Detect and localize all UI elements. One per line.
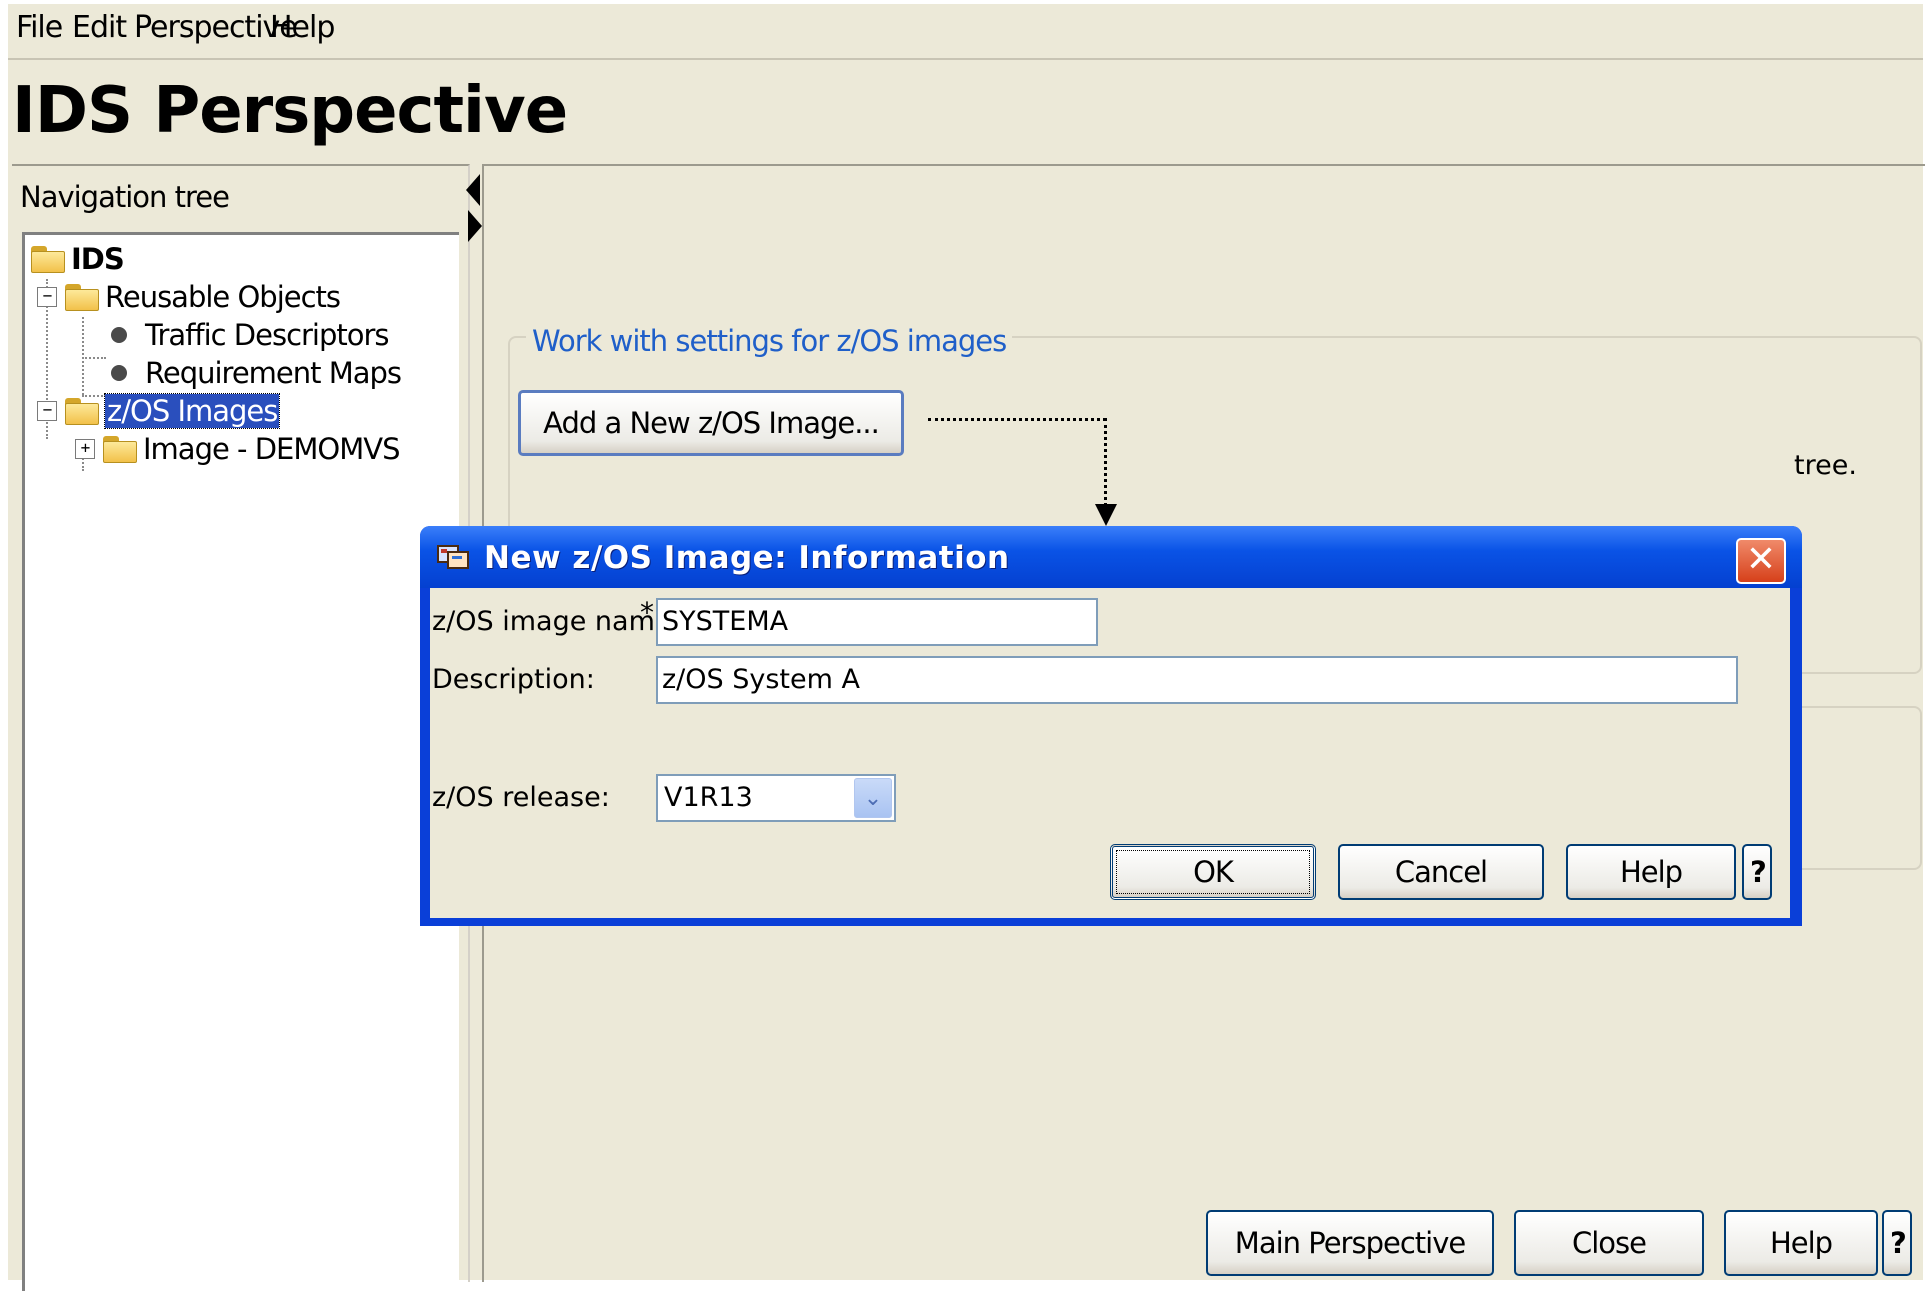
menu-help[interactable]: Help (270, 10, 335, 45)
connector-arrow-icon (1095, 504, 1117, 526)
tree-node-ids[interactable]: IDS (31, 239, 125, 279)
description-field[interactable]: z/OS System A (656, 656, 1738, 704)
instruction-text: tree. (1794, 450, 1857, 481)
close-button[interactable]: Close (1514, 1210, 1704, 1276)
connector-line (1104, 418, 1107, 512)
expand-right-arrow-icon[interactable] (468, 210, 482, 242)
tree-node-label: Traffic Descriptors (145, 318, 390, 352)
folder-icon (65, 284, 99, 311)
tree-node-label: Reusable Objects (105, 280, 341, 314)
collapse-icon[interactable]: − (37, 287, 57, 307)
tree-node-label: z/OS Images (103, 393, 281, 429)
leaf-bullet-icon (111, 327, 127, 343)
release-select-value: V1R13 (664, 782, 753, 813)
tree-node-label: Image - DEMOMVS (143, 432, 400, 466)
folder-icon (31, 246, 65, 273)
main-perspective-button[interactable]: Main Perspective (1206, 1210, 1494, 1276)
tree-connector (82, 317, 84, 395)
dialog-titlebar[interactable]: New z/OS Image: Information ✕ (420, 526, 1802, 588)
image-name-field[interactable]: SYSTEMA (656, 598, 1098, 646)
tree-node-reusable-objects[interactable]: − Reusable Objects (37, 277, 341, 317)
dialog-title: New z/OS Image: Information (484, 540, 1010, 576)
navigation-panel: Navigation tree IDS − Reusable Objects T… (12, 164, 470, 1291)
help-button[interactable]: Help (1566, 844, 1736, 900)
required-marker: * (640, 596, 654, 629)
collapse-left-arrow-icon[interactable] (466, 174, 480, 206)
description-label: Description: (432, 664, 595, 695)
folder-icon (65, 398, 99, 425)
collapse-icon[interactable]: − (37, 401, 57, 421)
dialog-body: z/OS image name: * SYSTEMA Description: … (430, 588, 1790, 918)
page-title: IDS Perspective (12, 74, 568, 148)
new-zos-image-dialog: New z/OS Image: Information ✕ z/OS image… (420, 526, 1802, 926)
menu-edit[interactable]: Edit (72, 10, 127, 45)
tree-node-traffic-descriptors[interactable]: Traffic Descriptors (111, 315, 390, 355)
expand-icon[interactable]: + (75, 439, 95, 459)
group-title: Work with settings for z/OS images (526, 324, 1013, 358)
application-icon (437, 545, 469, 569)
menu-file[interactable]: File (16, 10, 63, 45)
ok-button[interactable]: OK (1110, 844, 1316, 900)
navigation-tree[interactable]: IDS − Reusable Objects Traffic Descripto… (22, 232, 459, 1291)
leaf-bullet-icon (111, 365, 127, 381)
help-button[interactable]: Help (1724, 1210, 1878, 1276)
tree-node-label: Requirement Maps (145, 356, 402, 390)
dialog-close-icon[interactable]: ✕ (1736, 538, 1786, 584)
help-question-icon[interactable]: ? (1742, 844, 1772, 900)
folder-icon (103, 436, 137, 463)
release-label: z/OS release: (432, 782, 610, 813)
tree-connector (82, 357, 106, 359)
add-new-zos-image-button[interactable]: Add a New z/OS Image... (518, 390, 904, 456)
menu-bar: File Edit Perspective Help (8, 4, 1923, 60)
tree-node-label: IDS (71, 242, 125, 276)
navigation-tree-label: Navigation tree (20, 180, 230, 214)
help-question-icon[interactable]: ? (1882, 1210, 1912, 1276)
connector-line (928, 418, 1106, 421)
release-select[interactable]: V1R13 ⌄ (656, 774, 896, 822)
cancel-button[interactable]: Cancel (1338, 844, 1544, 900)
chevron-down-icon[interactable]: ⌄ (854, 778, 892, 818)
tree-node-requirement-maps[interactable]: Requirement Maps (111, 353, 402, 393)
tree-node-image-demomvs[interactable]: + Image - DEMOMVS (75, 429, 400, 469)
ids-application-window: File Edit Perspective Help IDS Perspecti… (8, 4, 1925, 1291)
tree-node-zos-images[interactable]: − z/OS Images (37, 391, 281, 431)
